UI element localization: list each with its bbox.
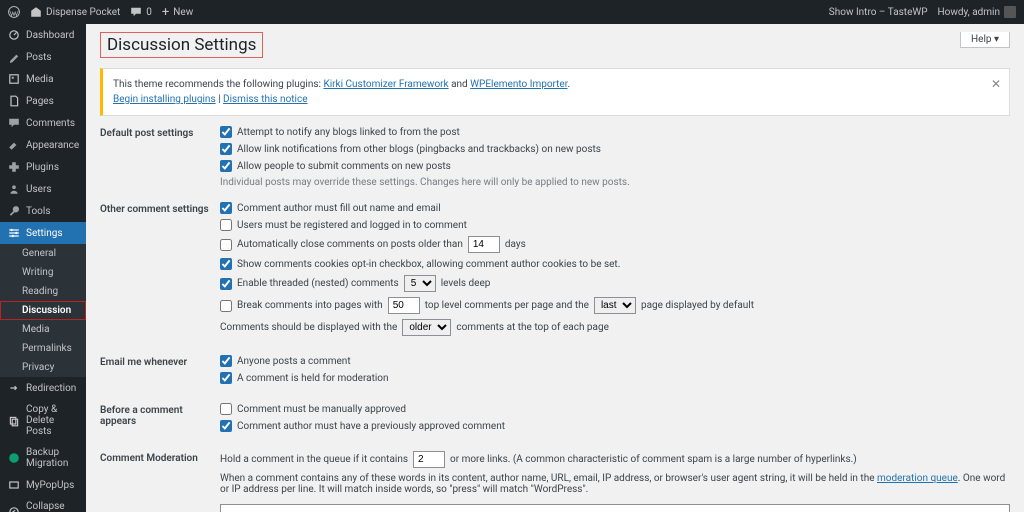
sidebar-item-appearance[interactable]: Appearance: [0, 134, 86, 156]
select-default-page[interactable]: last: [594, 297, 636, 314]
sidebar-sub-privacy[interactable]: Privacy: [0, 358, 86, 377]
heading-before: Before a comment appears: [100, 403, 220, 437]
chk-threaded[interactable]: [220, 278, 232, 290]
sidebar-collapse[interactable]: Collapse menu: [0, 496, 86, 512]
select-comment-order[interactable]: older: [402, 319, 451, 336]
sidebar-item-posts[interactable]: Posts: [0, 46, 86, 68]
howdy-account[interactable]: Howdy, admin: [938, 6, 1016, 18]
heading-default: Default post settings: [100, 126, 220, 188]
select-thread-depth[interactable]: 5: [404, 275, 436, 292]
new-content[interactable]: +New: [162, 5, 193, 20]
sidebar-item-users[interactable]: Users: [0, 178, 86, 200]
sidebar-sub-media[interactable]: Media: [0, 320, 86, 339]
admin-bar: Dispense Pocket 0 +New Show Intro – Tast…: [0, 0, 1024, 24]
sidebar-item-tools[interactable]: Tools: [0, 200, 86, 222]
input-max-links[interactable]: [413, 451, 445, 468]
link-moderation-queue[interactable]: moderation queue: [877, 473, 958, 484]
input-per-page[interactable]: [388, 297, 420, 314]
sidebar-item-backup[interactable]: Backup Migration: [0, 442, 86, 474]
chk-cookies[interactable]: [220, 258, 232, 270]
link-dismiss-notice[interactable]: Dismiss this notice: [223, 94, 307, 105]
chk-allow-comments[interactable]: [220, 160, 232, 172]
page-title: Discussion Settings: [100, 32, 263, 58]
sidebar-item-redirection[interactable]: Redirection: [0, 377, 86, 399]
site-name[interactable]: Dispense Pocket: [30, 6, 120, 18]
chk-pingbacks[interactable]: [220, 143, 232, 155]
sidebar-item-copydelete[interactable]: Copy & Delete Posts: [0, 399, 86, 442]
sidebar-item-popups[interactable]: MyPopUps: [0, 474, 86, 496]
link-begin-install[interactable]: Begin installing plugins: [113, 94, 216, 105]
link-wpelemento[interactable]: WPElemento Importer: [470, 79, 567, 90]
sidebar-item-pages[interactable]: Pages: [0, 90, 86, 112]
sidebar-item-media[interactable]: Media: [0, 68, 86, 90]
main-content: Discussion Settings Help ▾ This theme re…: [86, 24, 1024, 512]
sidebar-sub-writing[interactable]: Writing: [0, 263, 86, 282]
heading-email: Email me whenever: [100, 355, 220, 389]
sidebar-sub-general[interactable]: General: [0, 244, 86, 263]
sidebar-sub-discussion[interactable]: Discussion: [0, 301, 86, 320]
wp-logo[interactable]: [8, 6, 20, 18]
show-intro[interactable]: Show Intro – TasteWP: [829, 7, 928, 18]
chk-paginate[interactable]: [220, 300, 232, 312]
input-days-old[interactable]: [468, 236, 500, 253]
sidebar-item-settings[interactable]: Settings: [0, 222, 86, 244]
chk-autoclose[interactable]: [220, 239, 232, 251]
sidebar-item-dashboard[interactable]: Dashboard: [0, 24, 86, 46]
chk-author-fill[interactable]: [220, 202, 232, 214]
heading-moderation: Comment Moderation: [100, 451, 220, 512]
sidebar-sub-reading[interactable]: Reading: [0, 282, 86, 301]
link-kirki[interactable]: Kirki Customizer Framework: [323, 79, 448, 90]
avatar: [1004, 6, 1016, 18]
sidebar-sub-permalinks[interactable]: Permalinks: [0, 339, 86, 358]
comments-count[interactable]: 0: [130, 6, 152, 18]
sidebar-item-plugins[interactable]: Plugins: [0, 156, 86, 178]
chk-email-anyone[interactable]: [220, 355, 232, 367]
chk-manual-approve[interactable]: [220, 403, 232, 415]
chk-registered[interactable]: [220, 219, 232, 231]
chk-prev-approved[interactable]: [220, 420, 232, 432]
textarea-moderation-keys[interactable]: [220, 504, 1010, 512]
heading-other: Other comment settings: [100, 202, 220, 341]
chk-notify-blogs[interactable]: [220, 126, 232, 138]
admin-sidebar: Dashboard Posts Media Pages Comments App…: [0, 24, 86, 512]
sidebar-item-comments[interactable]: Comments: [0, 112, 86, 134]
help-tab[interactable]: Help ▾: [960, 32, 1010, 48]
dismiss-icon[interactable]: ✕: [991, 75, 1001, 93]
chk-email-moderation[interactable]: [220, 372, 232, 384]
plugin-notice: This theme recommends the following plug…: [100, 68, 1010, 116]
